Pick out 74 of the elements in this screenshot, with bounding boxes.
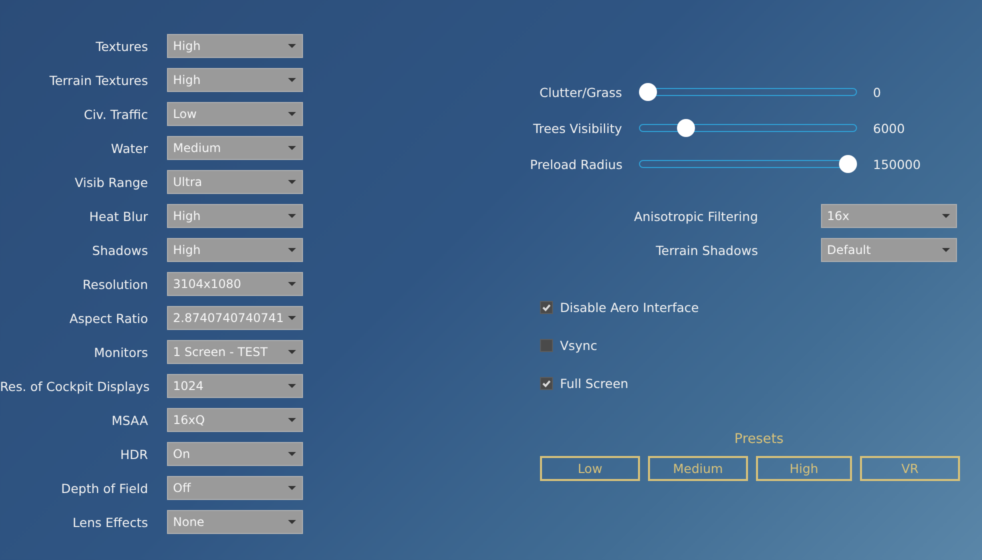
checkbox[interactable]	[540, 300, 553, 314]
slider[interactable]	[639, 155, 857, 173]
caret-icon	[288, 384, 296, 388]
setting-label: HDR	[119, 446, 148, 462]
preset-button[interactable]: Medium	[648, 456, 748, 481]
caret-icon	[288, 214, 296, 218]
dropdown[interactable]: 3104x1080	[167, 272, 303, 296]
caret-icon	[942, 248, 950, 252]
dropdown[interactable]: Ultra	[167, 170, 303, 194]
slider-value: 6000	[873, 120, 905, 136]
dropdown[interactable]: On	[167, 442, 303, 466]
slider-label: Clutter/Grass	[538, 84, 622, 100]
dropdown[interactable]: High	[167, 204, 303, 228]
setting-label: Res. of Cockpit Displays	[0, 378, 148, 394]
setting-label: Visib Range	[74, 174, 148, 190]
setting-label: Lens Effects	[72, 514, 148, 530]
setting-label: MSAA	[110, 412, 148, 428]
slider-thumb[interactable]	[639, 83, 657, 101]
setting-label: Anisotropic Filtering	[632, 208, 758, 224]
presets-heading: Presets	[734, 431, 784, 447]
preset-button[interactable]: High	[756, 456, 852, 481]
slider[interactable]	[639, 119, 857, 137]
dropdown[interactable]: High	[167, 34, 303, 58]
caret-icon	[288, 418, 296, 422]
slider-value: 150000	[873, 156, 921, 172]
checkbox-label: Disable Aero Interface	[560, 300, 699, 314]
dropdown[interactable]: 2.8740740740741	[167, 306, 303, 330]
checkbox-label: Vsync	[560, 338, 598, 352]
dropdown[interactable]: Medium	[167, 136, 303, 160]
caret-icon	[288, 350, 296, 354]
checkbox-label: Full Screen	[560, 376, 628, 390]
dropdown[interactable]: Low	[167, 102, 303, 126]
dropdown[interactable]: 1 Screen - TEST	[167, 340, 303, 364]
dropdown[interactable]: 1024	[167, 374, 303, 398]
caret-icon	[288, 452, 296, 456]
caret-icon	[288, 180, 296, 184]
preset-button[interactable]: Low	[540, 456, 640, 481]
caret-icon	[288, 248, 296, 252]
setting-label: Terrain Textures	[48, 72, 148, 88]
setting-label: Aspect Ratio	[68, 310, 148, 326]
slider-label: Preload Radius	[530, 156, 622, 172]
dropdown[interactable]: 16x	[821, 204, 957, 228]
setting-label: Terrain Shadows	[654, 242, 758, 258]
slider-label: Trees Visibility	[532, 120, 622, 136]
checkbox[interactable]	[540, 338, 553, 352]
caret-icon	[288, 486, 296, 490]
dropdown[interactable]: High	[167, 68, 303, 92]
dropdown[interactable]: High	[167, 238, 303, 262]
setting-label: Civ. Traffic	[82, 106, 148, 122]
caret-icon	[288, 520, 296, 524]
dropdown[interactable]: None	[167, 510, 303, 534]
caret-icon	[942, 214, 950, 218]
setting-label: Water	[110, 140, 148, 156]
dropdown[interactable]: 16xQ	[167, 408, 303, 432]
checkbox[interactable]	[540, 376, 553, 390]
dropdown[interactable]: Off	[167, 476, 303, 500]
slider-thumb[interactable]	[677, 119, 695, 137]
caret-icon	[288, 316, 296, 320]
dropdown[interactable]: Default	[821, 238, 957, 262]
caret-icon	[288, 44, 296, 48]
caret-icon	[288, 112, 296, 116]
slider-thumb[interactable]	[839, 155, 857, 173]
caret-icon	[288, 282, 296, 286]
slider-value: 0	[873, 84, 881, 100]
setting-label: Heat Blur	[88, 208, 148, 224]
slider[interactable]	[639, 83, 857, 101]
setting-label: Textures	[94, 38, 148, 54]
preset-button[interactable]: VR	[860, 456, 960, 481]
setting-label: Depth of Field	[60, 480, 148, 496]
setting-label: Shadows	[91, 242, 148, 258]
caret-icon	[288, 78, 296, 82]
setting-label: Resolution	[82, 276, 148, 292]
caret-icon	[288, 146, 296, 150]
setting-label: Monitors	[92, 344, 148, 360]
